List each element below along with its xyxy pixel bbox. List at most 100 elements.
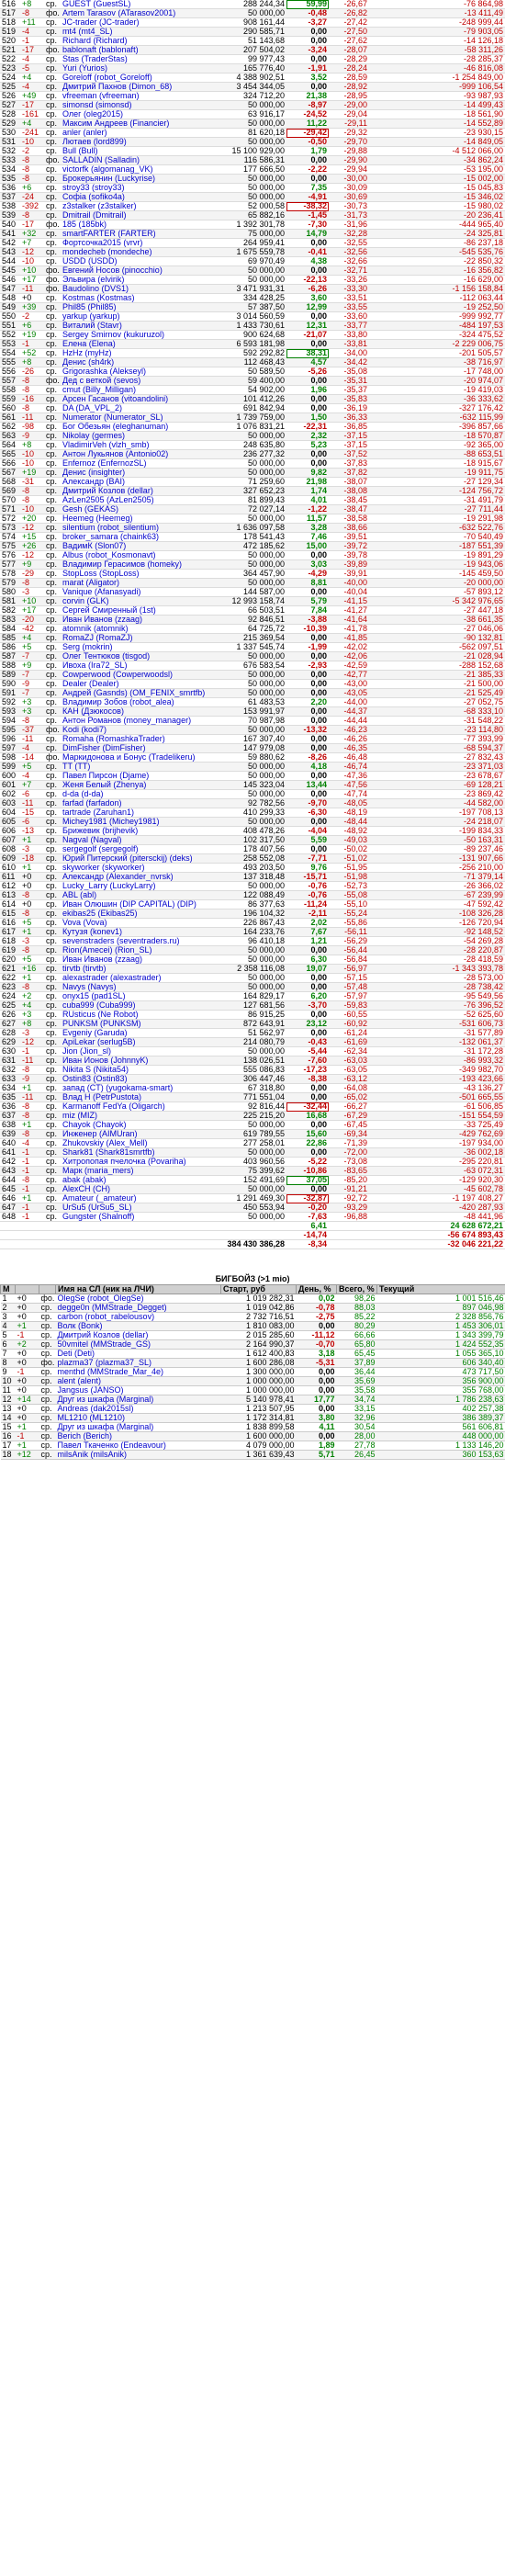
trader-name[interactable]: stroy33 (stroy33) [61,183,217,193]
trader-name[interactable]: Albus (robot_Kosmonavt) [61,550,217,560]
trader-name[interactable]: tartrade (Zaruhan1) [61,808,217,818]
trader-name[interactable]: sergegolf (sergegolf) [61,844,217,854]
trader-name[interactable]: Виталий (Stavr) [61,321,217,331]
trader-name[interactable]: Ивоха (Ira72_SL) [61,661,217,671]
trader-name[interactable]: Андрей (Gasnds) (OM_FENIX_smrtfb) [61,688,217,698]
trader-name[interactable]: TT (TT) [61,762,217,772]
trader-name[interactable]: Антон Лукьянов (Antonio02) [61,449,217,459]
trader-name[interactable]: Бог Обезьян (eleghanuman) [61,422,217,432]
trader-name[interactable]: Брижевик (brijhevik) [61,826,217,836]
trader-name[interactable]: Влад Н (PetrPustota) [61,1092,217,1102]
trader-name[interactable]: z3stalker (z3stalker) [61,201,217,211]
trader-name[interactable]: Волк (Bonk) [55,1321,221,1331]
trader-name[interactable]: Dmitrail (Dmitrail) [61,210,217,220]
trader-name[interactable]: Иван Иванов (zzaag) [61,615,217,625]
trader-name[interactable]: Антон Романов (money_manager) [61,716,217,726]
trader-name[interactable]: Владимир Зобов (robot_alea) [61,697,217,707]
trader-name[interactable]: ML1210 (ML1210) [55,1413,221,1423]
trader-name[interactable]: Berich (Berich) [55,1431,221,1441]
trader-name[interactable]: 50vmitel (MMStrade_GS) [55,1339,221,1350]
trader-name[interactable]: Максим Андреев (Financier) [61,119,217,129]
trader-name[interactable]: d-da (d-da) [61,789,217,799]
trader-name[interactable]: Александр (BAI) [61,477,217,487]
trader-name[interactable]: Gesh (GEKAS) [61,504,217,514]
trader-name[interactable]: cmut (Billy_Milligan) [61,385,217,395]
trader-name[interactable]: cuba999 (Cuba999) [61,1000,217,1011]
trader-name[interactable]: Женя Белый (Zhenya) [61,780,217,790]
trader-name[interactable]: Chayok (Chayok) [61,1120,217,1130]
trader-name[interactable]: запад (CT) (yugokama-smart) [61,1083,217,1093]
trader-name[interactable]: Zhukovskiy (Alex_Mell) [61,1138,217,1148]
trader-name[interactable]: VladimirVeh (vlzh_smb) [61,440,217,450]
trader-name[interactable]: RomaZJ (RomaZJ) [61,633,217,643]
trader-name[interactable]: Serg (mokrin) [61,642,217,652]
trader-name[interactable]: Artem Tarasov (ATarasov2001) [61,8,217,18]
trader-name[interactable]: Олег Тентюков (tisgod) [61,651,217,661]
trader-name[interactable]: simonsd (simonsd) [61,100,217,110]
trader-name[interactable]: mt4 (mt4_SL) [61,27,217,37]
trader-name[interactable]: Nikita S (Nikita54) [61,1065,217,1075]
trader-name[interactable]: RUsticus (Ne Robot) [61,1010,217,1020]
trader-name[interactable]: silentium (robot_silentium) [61,523,217,533]
trader-name[interactable]: Baudolino (DVS1) [61,284,217,294]
trader-name[interactable]: Евгений Носов (pinocchio) [61,266,217,276]
trader-name[interactable]: Арсен Гасанов (vitoandolini) [61,394,217,404]
trader-name[interactable]: Павел Пирсон (Djame) [61,771,217,781]
trader-name[interactable]: Deti (Deti) [55,1349,221,1359]
trader-name[interactable]: Nikolay (germes) [61,431,217,441]
trader-name[interactable]: GUEST (GuestSL) [61,0,217,9]
trader-name[interactable]: Сергей Смиренный (1st) [61,605,217,616]
trader-name[interactable]: Jangsus (JANSO) [55,1385,221,1395]
trader-name[interactable]: Jion (Jion_sl) [61,1046,217,1056]
trader-name[interactable]: Michey1981 (Michey1981) [61,817,217,827]
trader-name[interactable]: Павел Ткаченко (Endeavour) [55,1441,221,1451]
trader-name[interactable]: Yuri (Yurios) [61,63,217,73]
trader-name[interactable]: Navys (Navys) [61,982,217,992]
trader-name[interactable]: ABL (abl) [61,890,217,900]
trader-name[interactable]: Amateur (_amateur) [61,1193,217,1203]
trader-name[interactable]: Юрий Питерский (pitersckij) (deks) [61,853,217,864]
trader-name[interactable]: Эльвира (elvirik) [61,275,217,285]
trader-name[interactable]: Владимир Герасимов (homeky) [61,559,217,570]
trader-name[interactable]: Sergey Smirnov (kukuruzol) [61,330,217,340]
trader-name[interactable]: Иван Ионов (JohnnyK) [61,1056,217,1066]
trader-name[interactable]: Goreloff (robot_Goreloff) [61,73,217,83]
trader-name[interactable]: smartFARTER (FARTER) [61,229,217,239]
trader-name[interactable]: mondecheb (mondeche) [61,247,217,257]
trader-name[interactable]: skyworker (skyworker) [61,863,217,873]
trader-name[interactable]: corvin (GLK) [61,596,217,606]
trader-name[interactable]: Иван Иванов (zzaag) [61,955,217,965]
trader-name[interactable]: Dealer (Dealer) [61,679,217,689]
trader-name[interactable]: vfreeman (vfreeman) [61,91,217,101]
trader-name[interactable]: menthd (MMStrade_Mar_4e) [55,1367,221,1377]
trader-name[interactable]: Bull (Bull) [61,146,217,156]
trader-name[interactable]: Enfernoz (EnfernozSL) [61,458,217,469]
trader-name[interactable]: 185 (185bk) [61,220,217,230]
trader-name[interactable]: Олег (oleg2015) [61,109,217,119]
trader-name[interactable]: Stas (TraderStas) [61,54,217,64]
trader-name[interactable]: Rion(Amecei) (Rion_SL) [61,945,217,955]
trader-name[interactable]: Брокерьянин (Luckyrise) [61,174,217,184]
trader-name[interactable]: Дмитрий Козлов (dellar) [55,1330,221,1340]
trader-name[interactable]: Инженер (AIMUran) [61,1129,217,1139]
trader-name[interactable]: AzLen2505 (AzLen2505) [61,495,217,505]
trader-name[interactable]: SALLADIN (Salladin) [61,155,217,165]
trader-name[interactable]: Маркидонова и Бонус (Tradelikeru) [61,752,217,763]
trader-name[interactable]: carbon (robot_rabelousov) [55,1312,221,1322]
trader-name[interactable]: Evgeniy (Garuda) [61,1028,217,1038]
trader-name[interactable]: abak (abak) [61,1175,217,1185]
trader-name[interactable]: Grigorashka (Alekseyl) [61,367,217,377]
trader-name[interactable]: Kostmas (Kostmas) [61,293,217,303]
trader-name[interactable]: Софіа (sofiko4a) [61,192,217,202]
trader-name[interactable]: UrSu5 (UrSu5_SL) [61,1203,217,1213]
trader-name[interactable]: OlegSe (robot_OlegSe) [55,1294,221,1304]
trader-name[interactable]: Александр (Alexander_nvrsk) [61,872,217,882]
trader-name[interactable]: DimFisher (DimFisher) [61,743,217,753]
trader-name[interactable]: plazma37 (plazma37_SL) [55,1358,221,1368]
trader-name[interactable]: JC-trader (JC-trader) [61,17,217,28]
trader-name[interactable]: Лютаев (lord899) [61,137,217,147]
trader-name[interactable]: Vanique (Afanasyadi) [61,587,217,597]
trader-name[interactable]: yarkup (yarkup) [61,311,217,322]
trader-name[interactable]: Марк (maria_mers) [61,1166,217,1176]
trader-name[interactable]: alexastrader (alexastrader) [61,973,217,983]
